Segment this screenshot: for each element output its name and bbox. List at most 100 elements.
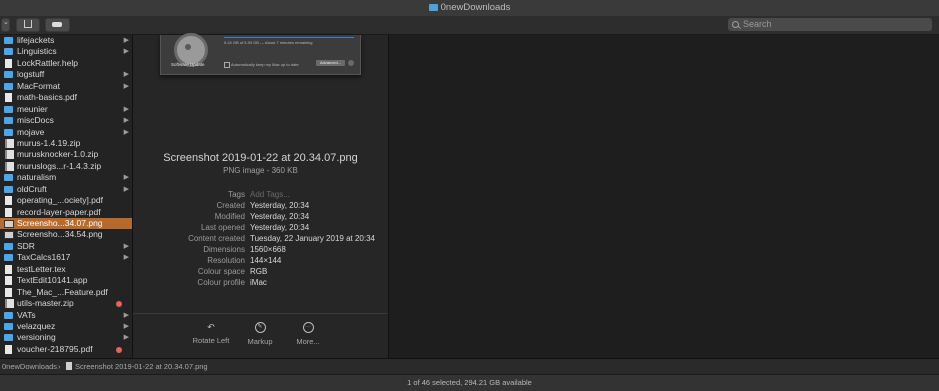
chevron-right-icon: ▶ [123, 117, 129, 125]
view-options-button[interactable]: ⌄ [1, 18, 10, 32]
search-field[interactable]: Search [728, 18, 932, 31]
rotate-left-label: Rotate Left [192, 336, 230, 345]
file-list-item[interactable]: miscDocs ▶ [0, 115, 132, 126]
file-name: TextEdit10141.app [17, 275, 88, 286]
thumbnail-advanced-button: Advanced... [316, 60, 345, 66]
metadata-row: Dimensions 1560×668 [133, 244, 388, 255]
file-list-item[interactable]: LockRattler.help [0, 58, 132, 69]
chevron-right-icon: ▶ [123, 82, 129, 90]
document-icon [5, 93, 12, 103]
thumbnail-progress-bar [224, 37, 354, 38]
rotate-left-button[interactable]: ↶ Rotate Left [186, 322, 236, 345]
folder-icon [4, 117, 13, 125]
metadata-value: 144×144 [250, 256, 282, 265]
folder-icon [4, 322, 13, 330]
toolbar: ⌄ Search [0, 16, 939, 35]
file-name: murusknocker-1.0.zip [17, 149, 99, 160]
file-list-item[interactable]: utils-master.zip [0, 298, 132, 309]
window-title-text: 0newDownloads [440, 2, 511, 13]
folder-icon [4, 311, 13, 319]
folder-icon [428, 4, 438, 11]
file-list-item[interactable]: velazquez ▶ [0, 321, 132, 332]
file-list-item[interactable]: TaxCalcs1617 ▶ [0, 252, 132, 263]
file-list-item[interactable]: record-layer-paper.pdf [0, 207, 132, 218]
chevron-right-icon: ▶ [123, 185, 129, 193]
file-list-item[interactable]: mojave ▶ [0, 127, 132, 138]
preview-file-kind: PNG image - 360 KB [223, 166, 298, 175]
metadata-value: Yesterday, 20:34 [250, 201, 310, 210]
file-name: Linguistics [17, 46, 57, 57]
image-file-icon [4, 231, 14, 240]
file-list-item[interactable]: SDR ▶ [0, 241, 132, 252]
markup-label: Markup [247, 337, 273, 346]
add-tags-field[interactable]: Add Tags... [250, 189, 290, 200]
metadata-value: 1560×668 [250, 245, 286, 254]
metadata-value: iMac [250, 278, 267, 287]
more-button[interactable]: ··· More... [283, 322, 333, 346]
metadata-value: RGB [250, 267, 268, 276]
chevron-right-icon: ▶ [123, 174, 129, 182]
folder-icon [4, 254, 13, 262]
file-list-item[interactable]: murus-1.4.19.zip [0, 138, 132, 149]
file-list-item[interactable]: testLetter.tex [0, 264, 132, 275]
metadata-key: Last opened [200, 223, 245, 232]
document-icon [5, 276, 12, 286]
chevron-right-icon: ▶ [123, 334, 129, 342]
file-name: lifejackets [17, 35, 55, 45]
file-name: LockRattler.help [17, 57, 78, 68]
document-icon [5, 264, 12, 274]
metadata-key: Dimensions [203, 245, 245, 254]
file-list-item[interactable]: voucher-218795.pdf [0, 344, 132, 355]
file-list-item[interactable]: versioning ▶ [0, 332, 132, 343]
folder-icon [4, 82, 13, 90]
file-name: TaxCalcs1617 [17, 252, 71, 263]
path-file[interactable]: Screenshot 2019-01-22 at 20.34.07.png [75, 362, 208, 371]
file-list-item[interactable]: math-basics.pdf [0, 92, 132, 103]
file-list-item[interactable]: Screensho...34.54.png [0, 229, 132, 240]
tag-icon [52, 22, 62, 27]
file-list-item[interactable]: muruslogs...r-1.4.3.zip [0, 161, 132, 172]
share-icon [24, 20, 32, 28]
document-icon [5, 344, 12, 354]
metadata-key: Colour space [197, 267, 245, 276]
chevron-down-icon: ⌄ [3, 19, 9, 26]
path-bar: 0newDownloads › Screenshot 2019-01-22 at… [0, 358, 939, 374]
file-list-item[interactable]: murusknocker-1.0.zip [0, 149, 132, 160]
folder-icon [4, 37, 13, 44]
file-list-item[interactable]: lifejackets ▶ [0, 35, 132, 46]
file-list-item[interactable]: logstuff ▶ [0, 69, 132, 80]
file-list-item[interactable]: The_Mac_...Feature.pdf [0, 287, 132, 298]
file-name: testLetter.tex [17, 263, 66, 274]
file-name: miscDocs [17, 115, 54, 126]
file-list-item[interactable]: naturalism ▶ [0, 172, 132, 183]
file-list-item[interactable]: oldCruft ▶ [0, 184, 132, 195]
thumbnail-checkbox [224, 62, 230, 68]
file-list-item[interactable]: Linguistics ▶ [0, 46, 132, 57]
folder-icon [4, 185, 13, 193]
file-list-item[interactable]: Screensho...34.07.png [0, 218, 132, 230]
folder-icon [4, 334, 13, 342]
color-tag-dot [116, 301, 122, 308]
file-name: VATs [17, 309, 36, 320]
file-list-item[interactable]: MacFormat ▶ [0, 81, 132, 92]
file-list-item[interactable]: meunier ▶ [0, 104, 132, 115]
file-name: The_Mac_...Feature.pdf [17, 286, 108, 297]
metadata-key: Content created [188, 234, 245, 243]
markup-button[interactable]: ✎ Markup [235, 322, 285, 346]
file-list-item[interactable]: VATs ▶ [0, 310, 132, 321]
file-name: MacFormat [17, 80, 60, 91]
file-list-column: lifejackets ▶ Linguistics ▶ LockRattler.help… [0, 35, 133, 358]
file-list-item[interactable]: TextEdit10141.app [0, 275, 132, 286]
tags-button[interactable] [45, 18, 70, 32]
document-icon [5, 196, 12, 206]
share-button[interactable] [16, 18, 40, 32]
preview-file-name: Screenshot 2019-01-22 at 20.34.07.png [163, 152, 358, 164]
metadata-row: Colour space RGB [133, 266, 388, 277]
chevron-right-icon: ▶ [123, 322, 129, 330]
file-name: Screensho...34.54.png [17, 229, 103, 240]
file-name: logstuff [17, 69, 45, 80]
window-title: 0newDownloads [0, 2, 939, 13]
file-list-item[interactable]: operating_...ociety].pdf [0, 195, 132, 206]
file-name: velazquez [17, 320, 56, 331]
path-folder[interactable]: 0newDownloads [2, 362, 57, 371]
